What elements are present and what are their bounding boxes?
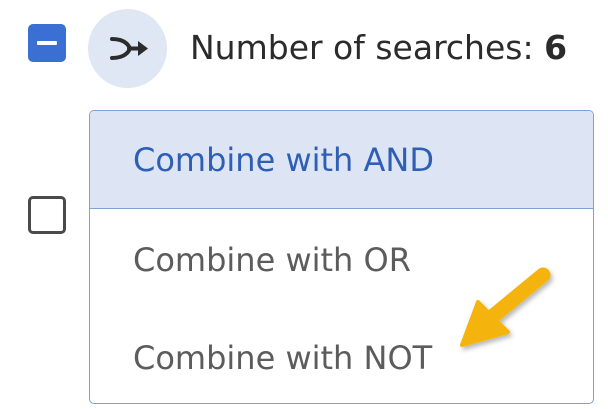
select-all-checkbox[interactable] (28, 24, 66, 62)
menu-item-combine-and[interactable]: Combine with AND (90, 111, 593, 209)
search-count-label: Number of searches: (190, 28, 534, 67)
indeterminate-mark (37, 41, 57, 45)
search-count-value: 6 (544, 28, 568, 67)
annotation-arrow-icon (460, 267, 551, 347)
combine-searches-panel: Number of searches: 6 Combine with AND C… (0, 0, 608, 409)
search-count: Number of searches: 6 (190, 26, 567, 70)
search-row-checkbox[interactable] (28, 196, 66, 234)
merge-arrow-icon (110, 37, 148, 60)
combine-button[interactable] (88, 9, 167, 88)
